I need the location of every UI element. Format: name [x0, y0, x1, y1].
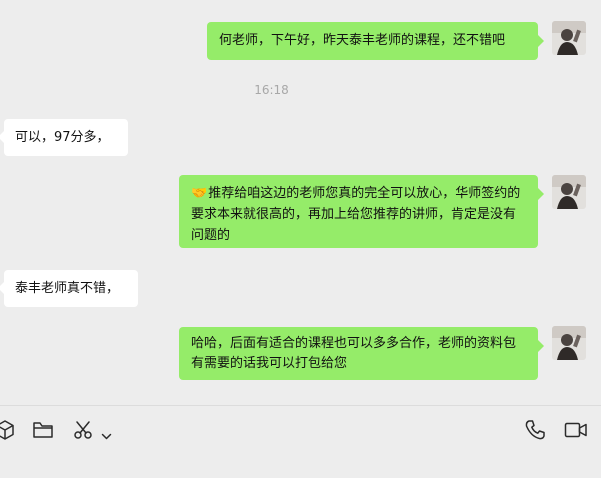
outgoing-message-bubble[interactable]: 何老师，下午好，昨天泰丰老师的课程，还不错吧: [207, 22, 544, 60]
message-text: 可以，97分多，: [15, 130, 110, 145]
message-timestamp: 16:18: [254, 83, 289, 97]
user-avatar-image: [552, 175, 586, 209]
cube-icon[interactable]: [0, 419, 16, 445]
video-call-icon[interactable]: [564, 421, 588, 443]
chevron-down-icon[interactable]: [101, 426, 112, 445]
outgoing-message-bubble[interactable]: 哈哈，后面有适合的课程也可以多多合作，老师的资料包有需要的话我可以打包给您: [179, 327, 544, 380]
folder-icon[interactable]: [32, 420, 54, 444]
user-avatar[interactable]: [552, 21, 586, 55]
user-avatar[interactable]: [552, 175, 586, 209]
user-avatar[interactable]: [552, 326, 586, 360]
message-text: 泰丰老师真不错，: [15, 281, 120, 296]
message-text: 推荐给咱这边的老师您真的完全可以放心，华师签约的要求本来就很高的，再加上给您推荐…: [191, 186, 521, 243]
user-avatar-image: [552, 326, 586, 360]
chat-history[interactable]: 何老师，下午好，昨天泰丰老师的课程，还不错吧 16:18 可以，97分多， 🤝推…: [0, 0, 601, 405]
handshake-emoji: 🤝: [191, 186, 208, 201]
incoming-message-bubble[interactable]: 泰丰老师真不错，: [0, 270, 138, 307]
message-text: 哈哈，后面有适合的课程也可以多多合作，老师的资料包有需要的话我可以打包给您: [191, 336, 517, 371]
input-toolbar: [0, 405, 601, 478]
outgoing-message-bubble[interactable]: 🤝推荐给咱这边的老师您真的完全可以放心，华师签约的要求本来就很高的，再加上给您推…: [179, 175, 544, 248]
incoming-message-bubble[interactable]: 可以，97分多，: [0, 119, 128, 156]
user-avatar-image: [552, 21, 586, 55]
phone-icon[interactable]: [524, 419, 546, 445]
message-text: 何老师，下午好，昨天泰丰老师的课程，还不错吧: [219, 33, 506, 48]
scissors-icon[interactable]: [72, 419, 94, 445]
